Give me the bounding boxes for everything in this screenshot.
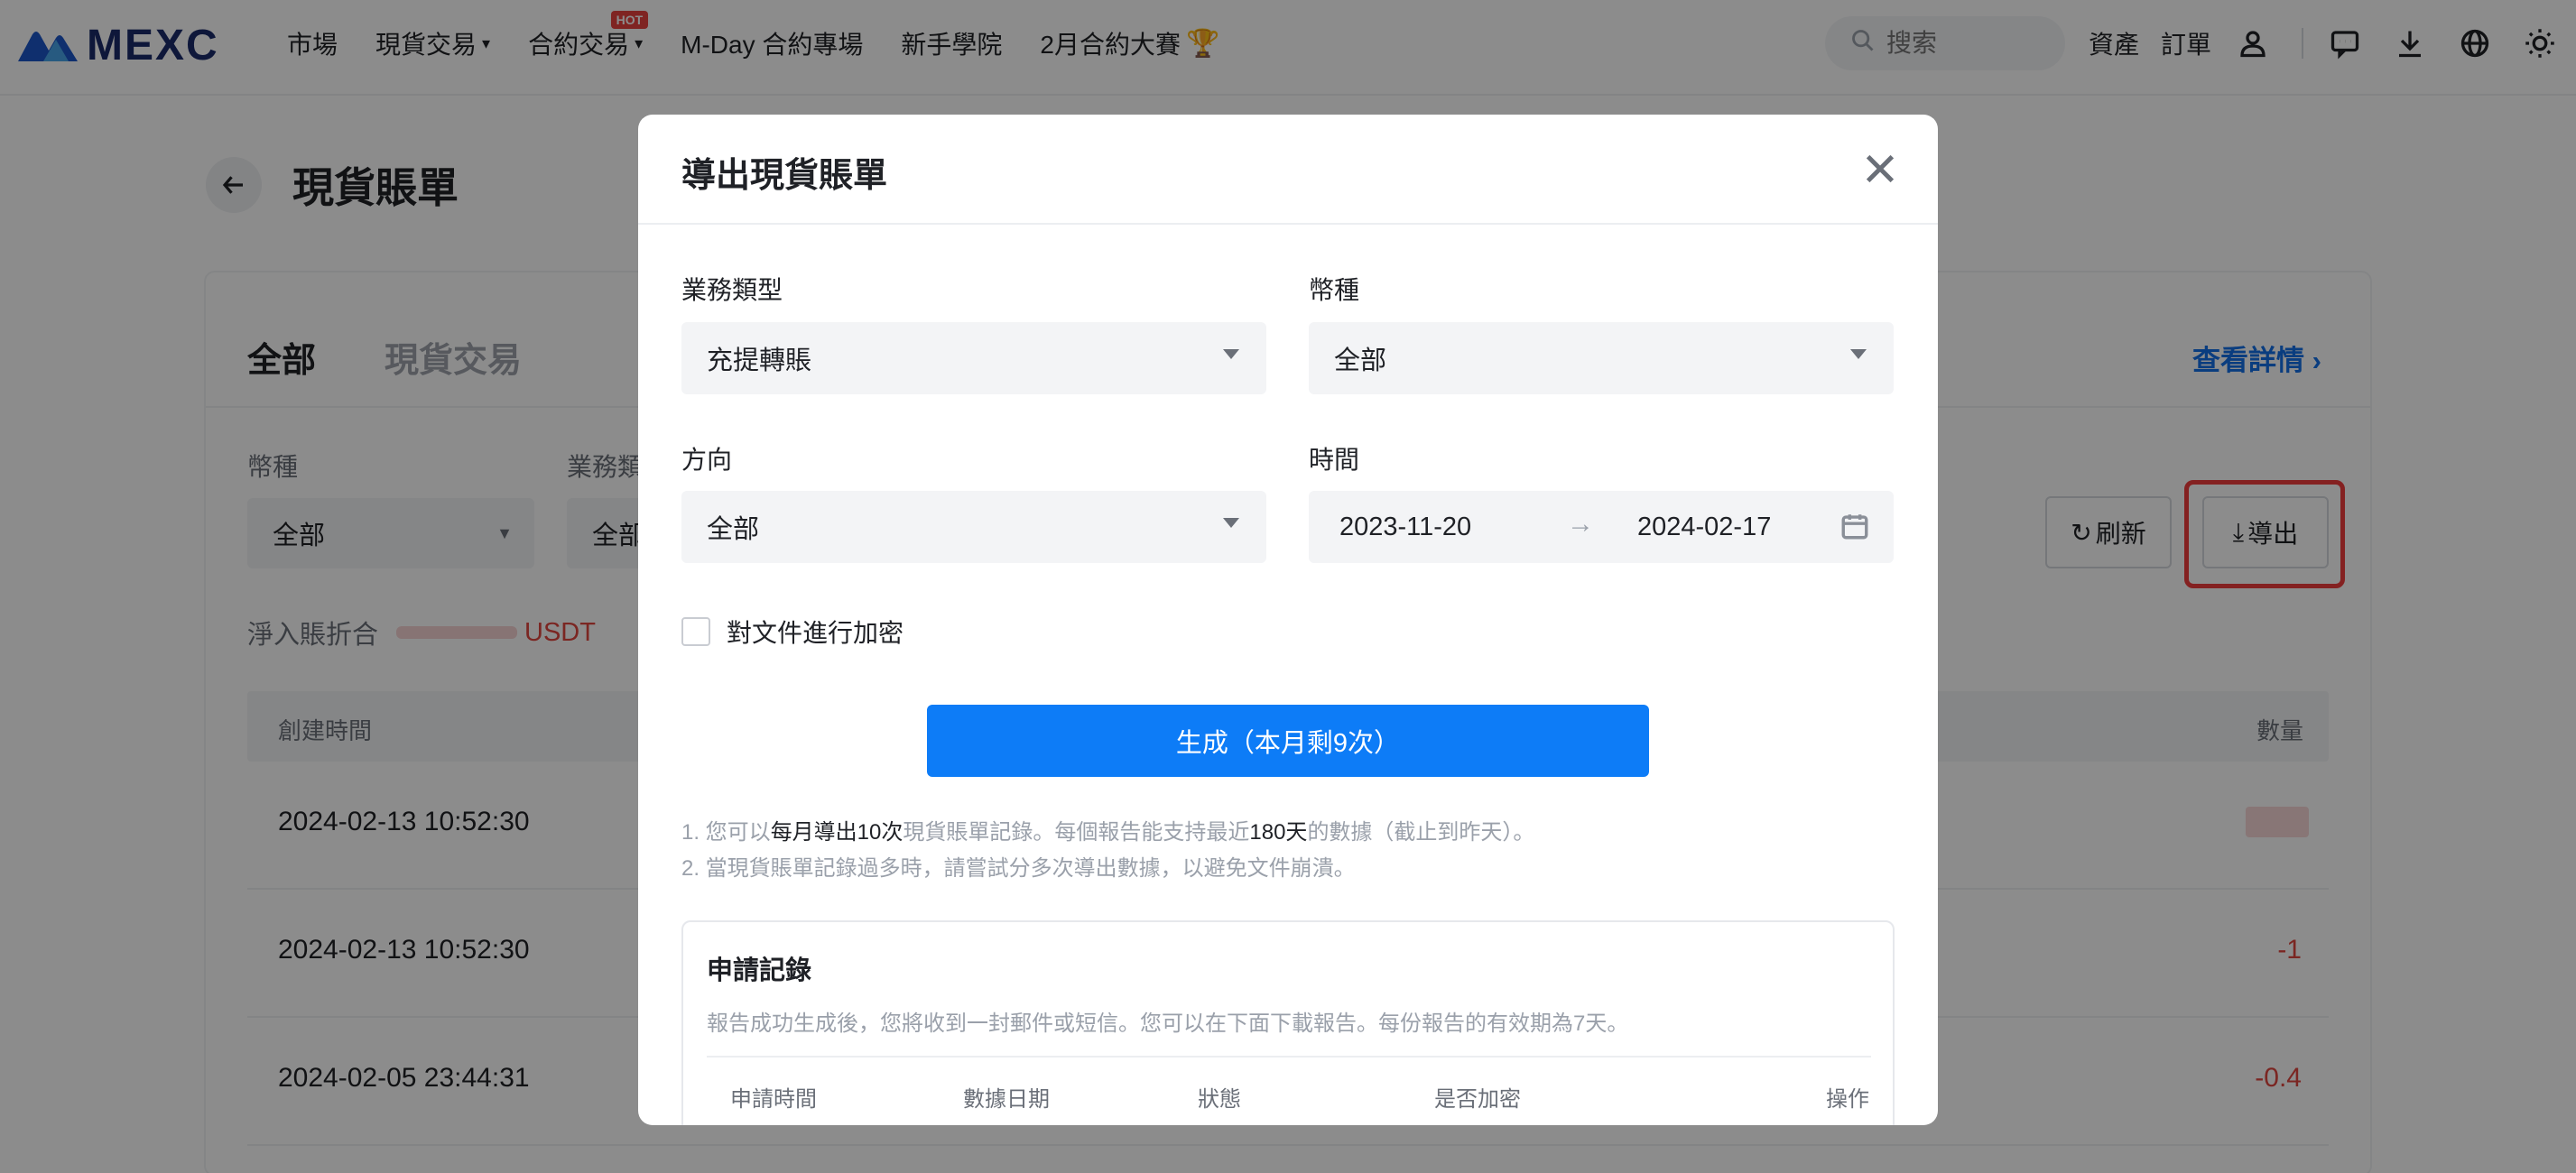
- business-type-select[interactable]: 充提轉賬: [681, 322, 1266, 394]
- currency-label: 幣種: [1309, 276, 1360, 304]
- start-date-input[interactable]: 2023-11-20: [1339, 513, 1471, 542]
- export-notes: 1. 您可以每月導出10次現貨賬單記錄。每個報告能支持最近180天的數據（截止到…: [681, 815, 1534, 887]
- modal-title: 導出現貨賬單: [681, 157, 888, 195]
- date-range-picker[interactable]: 2023-11-20 → 2024-02-17: [1309, 491, 1894, 563]
- column-header-action: 操作: [1826, 1087, 1869, 1112]
- modal-divider: [638, 223, 1938, 225]
- column-header-status: 狀態: [1198, 1087, 1241, 1112]
- arrow-right-icon: →: [1567, 509, 1594, 539]
- business-type-label: 業務類型: [681, 276, 783, 304]
- column-header-encrypted: 是否加密: [1434, 1087, 1521, 1112]
- direction-value: 全部: [707, 515, 760, 544]
- generate-label: 生成（本月剩9次）: [1175, 729, 1401, 758]
- end-date-input[interactable]: 2024-02-17: [1637, 513, 1771, 542]
- caret-down-icon: [1850, 349, 1867, 359]
- encrypt-checkbox[interactable]: [681, 617, 710, 646]
- generate-button[interactable]: 生成（本月剩9次）: [927, 705, 1649, 777]
- calendar-icon[interactable]: [1839, 511, 1872, 543]
- application-records: 申請記錄 報告成功生成後，您將收到一封郵件或短信。您可以在下面下載報告。每份報告…: [681, 920, 1895, 1125]
- note-1-part-d: 180天: [1249, 820, 1308, 845]
- currency-value: 全部: [1334, 346, 1387, 375]
- note-1-part-a: 1. 您可以: [681, 820, 771, 845]
- column-header-apply-time: 申請時間: [730, 1087, 817, 1112]
- business-type-value: 充提轉賬: [707, 346, 812, 375]
- note-1: 1. 您可以每月導出10次現貨賬單記錄。每個報告能支持最近180天的數據（截止到…: [681, 815, 1534, 851]
- currency-select[interactable]: 全部: [1309, 322, 1894, 394]
- caret-down-icon: [1223, 518, 1239, 528]
- note-1-part-c: 現貨賬單記錄。每個報告能支持最近: [903, 820, 1250, 845]
- caret-down-icon: [1223, 349, 1239, 359]
- encrypt-label: 對文件進行加密: [727, 619, 904, 647]
- close-button[interactable]: [1862, 151, 1898, 187]
- export-spot-bill-modal: 導出現貨賬單 業務類型 充提轉賬 幣種 全部 方向 全部 時間 2023-11-…: [638, 115, 1938, 1125]
- records-divider: [707, 1056, 1871, 1058]
- close-icon: [1866, 154, 1895, 183]
- note-2: 2. 當現貨賬單記錄過多時，請嘗試分多次導出數據，以避免文件崩潰。: [681, 856, 1356, 881]
- note-1-part-e: 的數據（截止到昨天）。: [1307, 820, 1535, 845]
- direction-select[interactable]: 全部: [681, 491, 1266, 563]
- time-label: 時間: [1309, 446, 1360, 474]
- column-header-data-date: 數據日期: [963, 1087, 1050, 1112]
- records-description: 報告成功生成後，您將收到一封郵件或短信。您可以在下面下載報告。每份報告的有效期為…: [707, 1011, 1629, 1036]
- direction-label: 方向: [681, 446, 733, 474]
- records-title: 申請記錄: [707, 956, 812, 985]
- note-1-part-b: 每月導出10次: [770, 820, 903, 845]
- encrypt-file-option[interactable]: 對文件進行加密: [681, 614, 903, 650]
